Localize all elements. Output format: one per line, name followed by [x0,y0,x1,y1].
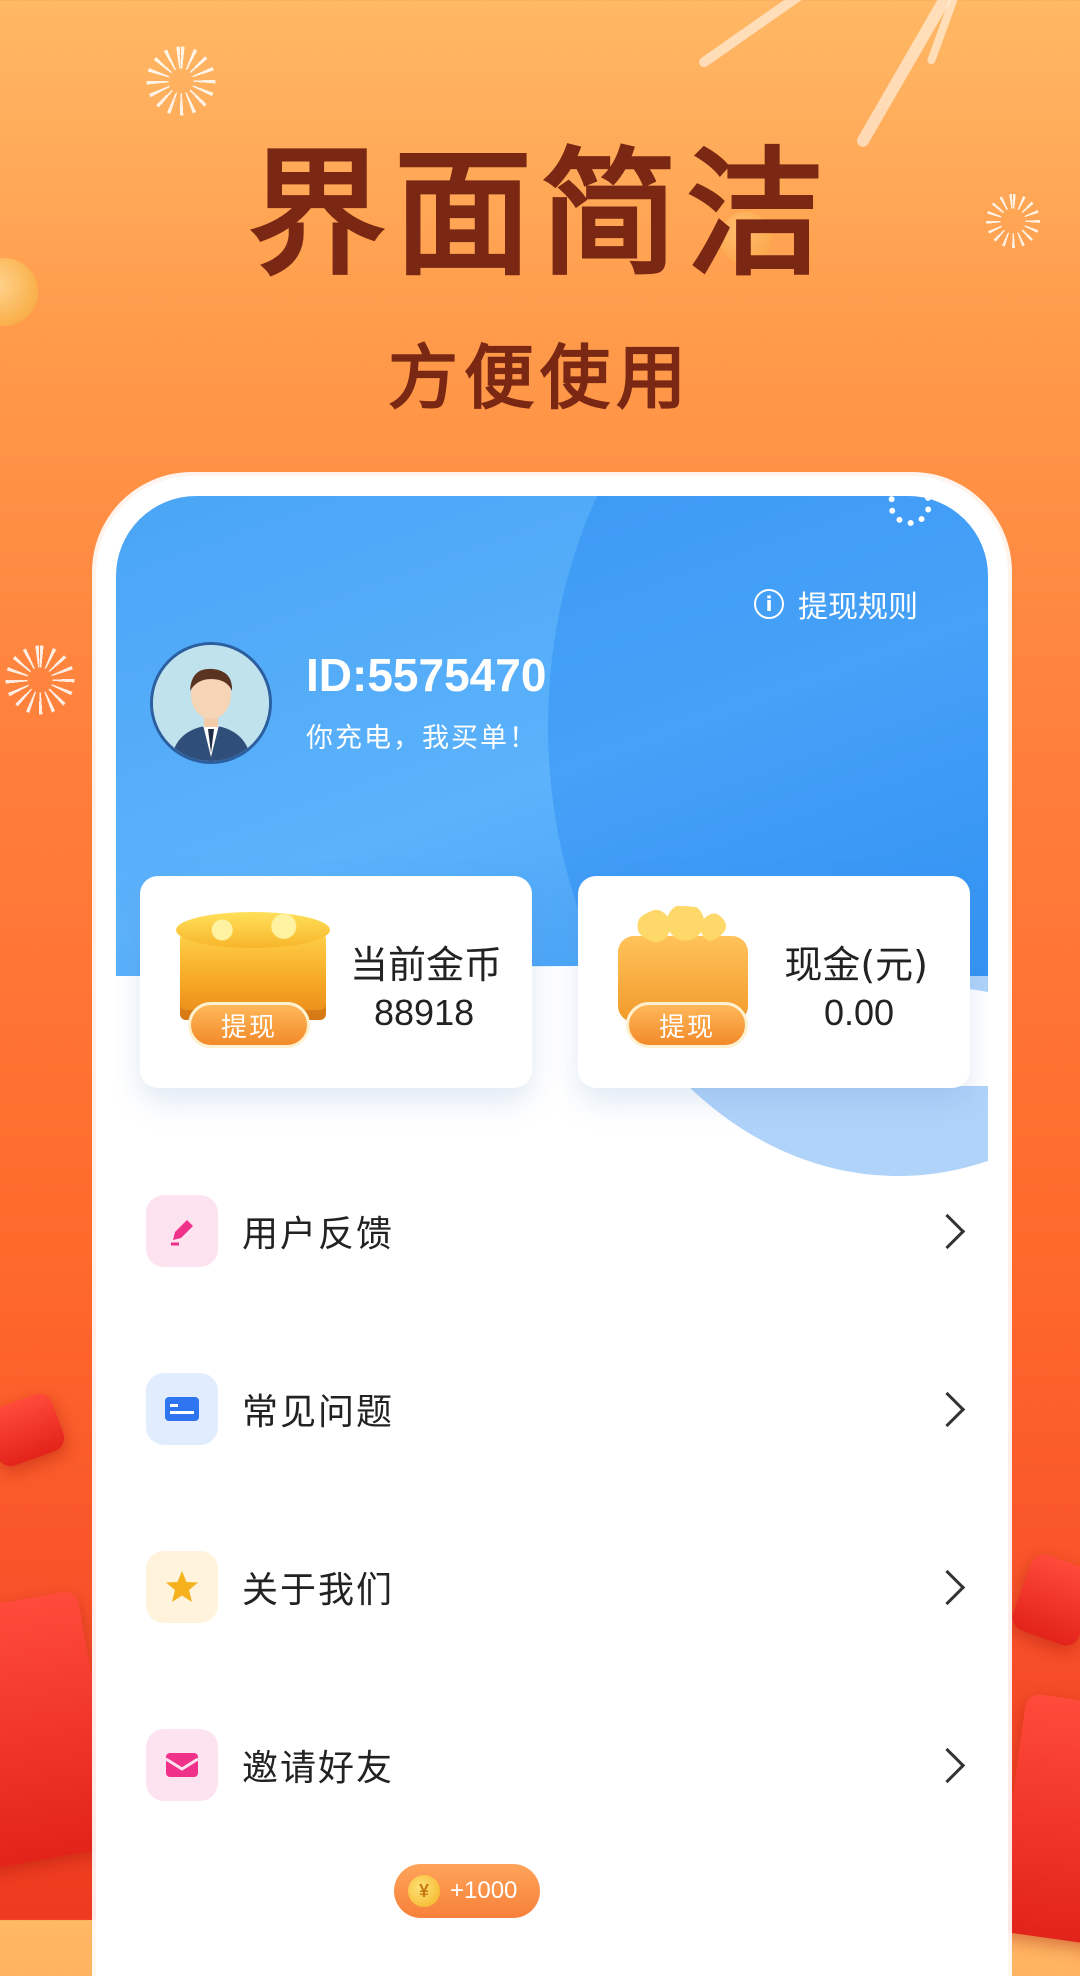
menu-label: 邀请好友 [242,1748,395,1789]
red-envelope-decoration [1008,1550,1080,1650]
menu-item-about[interactable]: 关于我们 [116,1498,988,1676]
menu-label: 用户反馈 [242,1214,395,1255]
chevron-right-icon [929,1747,966,1783]
info-icon: i [754,589,784,619]
chevron-right-icon [929,1213,966,1249]
menu-label: 关于我们 [242,1570,395,1611]
promo-headline: 界面简洁 [247,134,832,295]
chevron-right-icon [929,1569,966,1605]
cash-value: 0.00 [824,992,895,1033]
sparkle-decoration [0,620,100,740]
card-icon [146,1373,218,1445]
red-envelope-decoration [0,1389,69,1471]
chevron-right-icon [929,1391,966,1427]
cash-withdraw-button[interactable]: 提现 [626,1002,748,1048]
withdraw-rules-link[interactable]: i 提现规则 [754,582,918,626]
coins-label: 当前金币 [349,943,502,987]
coins-withdraw-button[interactable]: 提现 [188,1002,310,1048]
user-slogan: 你充电，我买单！ [306,723,538,754]
coins-card[interactable]: 提现 当前金币 88918 [140,876,532,1088]
sparkle-decoration [146,46,216,116]
menu-item-faq[interactable]: 常见问题 [116,1320,988,1498]
light-ray-decoration [697,0,834,70]
phone-frame: i 提现规则 ID:5575470 你充电，我买单！ 提现 当前金币 88918 [96,476,1008,1976]
menu-item-invite[interactable]: 邀请好友 [116,1676,988,1854]
coins-value: 88918 [374,992,475,1033]
user-id: ID:5575470 [306,649,547,701]
app-screen: i 提现规则 ID:5575470 你充电，我买单！ 提现 当前金币 88918 [116,496,988,1976]
star-icon [146,1551,218,1623]
coin-reward-badge[interactable]: ¥ +1000 [394,1864,540,1918]
menu-label: 常见问题 [242,1392,395,1433]
cash-card[interactable]: 提现 现金(元) 0.00 [578,876,970,1088]
coin-icon: ¥ [408,1875,440,1907]
withdraw-rules-label: 提现规则 [798,590,918,625]
avatar[interactable] [150,642,272,764]
user-avatar-icon [153,645,269,761]
promo-subheadline: 方便使用 [388,337,692,419]
settings-menu: 用户反馈 常见问题 关于我们 邀请好友 [116,1142,988,1854]
pen-icon [146,1195,218,1267]
reward-amount: +1000 [450,1877,518,1904]
mail-icon [146,1729,218,1801]
cash-label: 现金(元) [784,943,928,987]
menu-item-feedback[interactable]: 用户反馈 [116,1142,988,1320]
